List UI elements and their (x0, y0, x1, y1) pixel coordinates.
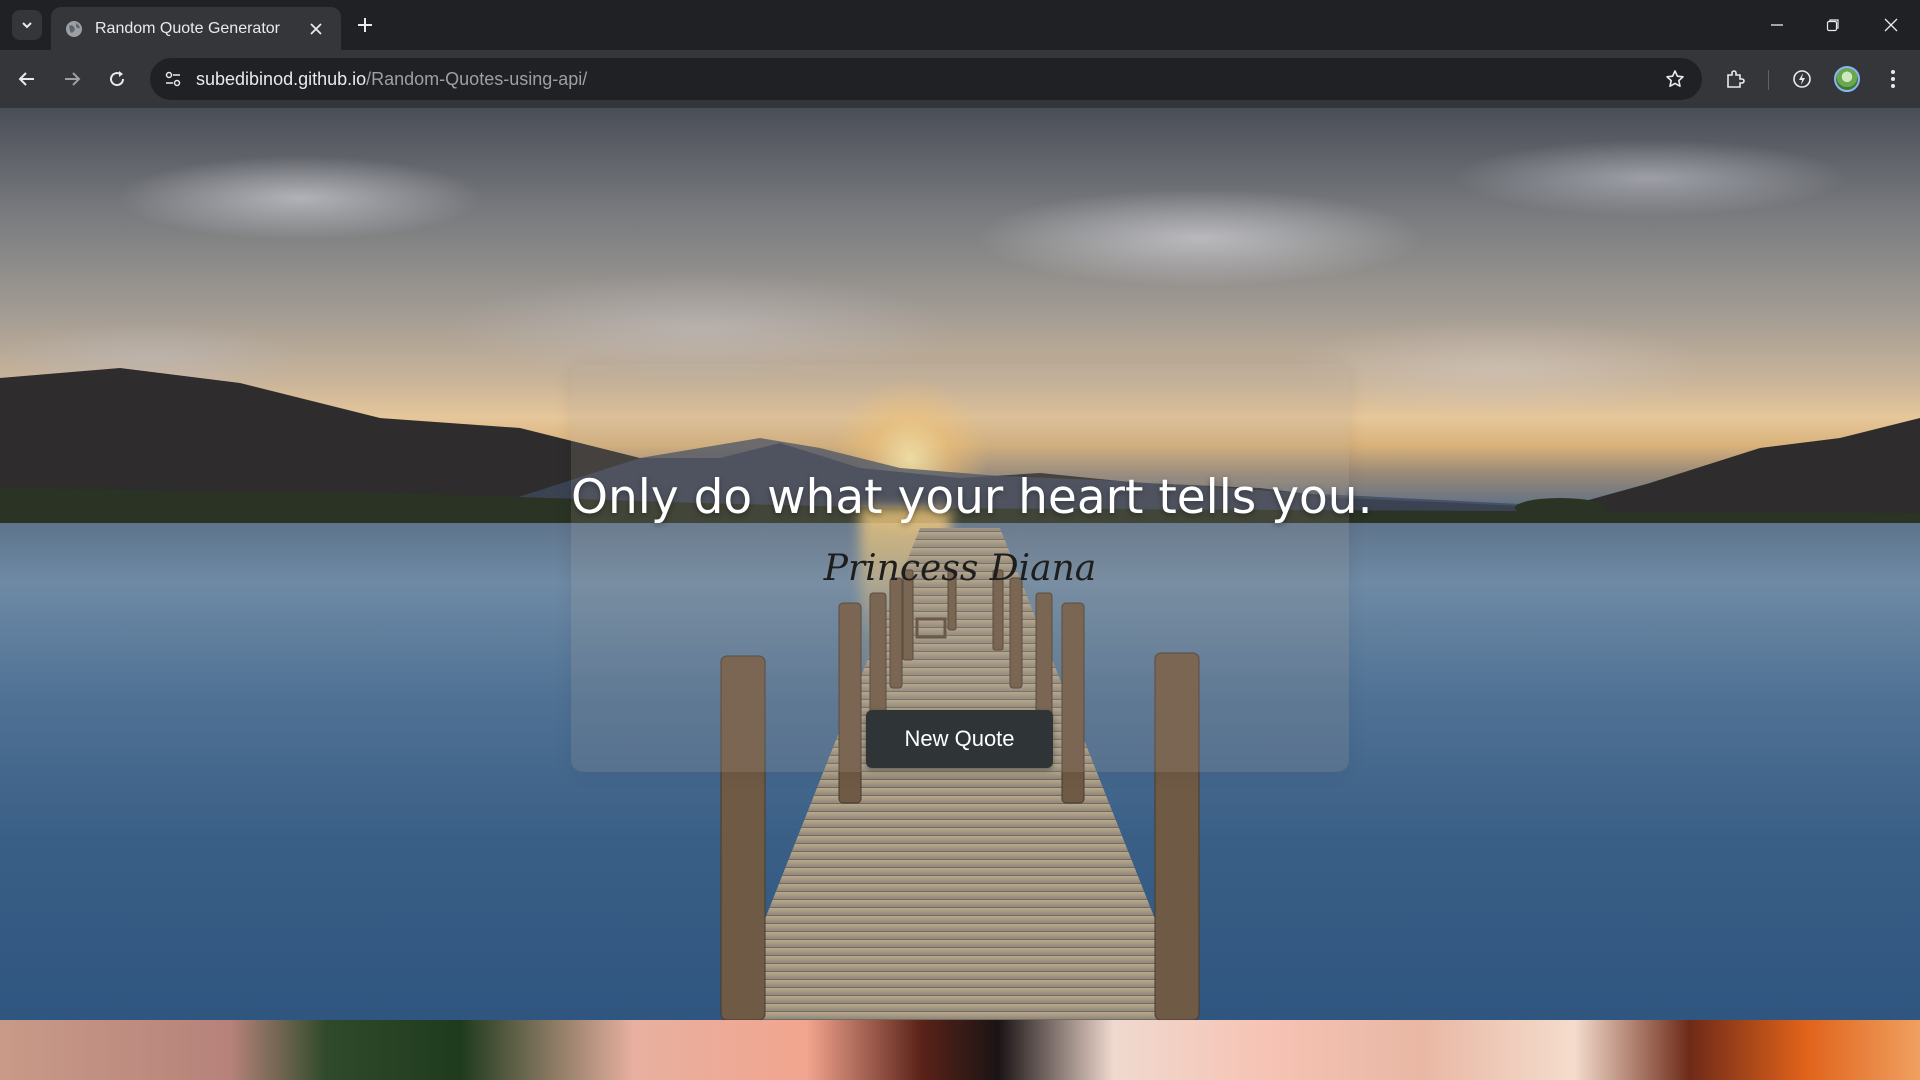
tab-title: Random Quote Generator (95, 19, 280, 37)
address-bar[interactable]: subedibinod.github.io/Random-Quotes-usin… (150, 58, 1702, 100)
extensions-icon[interactable] (1718, 62, 1752, 96)
window-close-icon[interactable] (1876, 10, 1906, 40)
plus-icon[interactable] (352, 12, 378, 38)
forward-arrow-icon[interactable] (55, 62, 89, 96)
tab-active[interactable]: Random Quote Generator (51, 7, 341, 50)
url-host: subedibinod.github.io (196, 68, 367, 89)
url-path: /Random-Quotes-using-api/ (366, 68, 588, 89)
performance-icon[interactable] (1785, 62, 1819, 96)
back-arrow-icon[interactable] (10, 62, 44, 96)
toolbar-divider (1768, 70, 1769, 90)
close-icon[interactable] (305, 18, 327, 40)
star-icon[interactable] (1662, 66, 1688, 92)
tab-search-icon[interactable] (12, 10, 42, 40)
profile-avatar[interactable] (1830, 62, 1864, 96)
new-quote-button[interactable]: New Quote (866, 710, 1053, 768)
restore-icon[interactable] (1818, 10, 1848, 40)
globe-icon (66, 20, 82, 37)
kebab-menu-icon[interactable] (1876, 62, 1910, 96)
browser-toolbar: subedibinod.github.io/Random-Quotes-usin… (0, 50, 1920, 108)
quote-text: Only do what your heart tells you. (571, 470, 1373, 525)
reload-icon[interactable] (100, 62, 134, 96)
page-viewport: Only do what your heart tells you. Princ… (0, 108, 1920, 1080)
url-text: subedibinod.github.io/Random-Quotes-usin… (196, 69, 587, 90)
site-info-icon[interactable] (160, 66, 186, 92)
quote-author: Princess Diana (823, 548, 1097, 589)
tab-strip: Random Quote Generator (0, 0, 1920, 50)
next-section-image (0, 1020, 1920, 1080)
minimize-icon[interactable] (1762, 10, 1792, 40)
